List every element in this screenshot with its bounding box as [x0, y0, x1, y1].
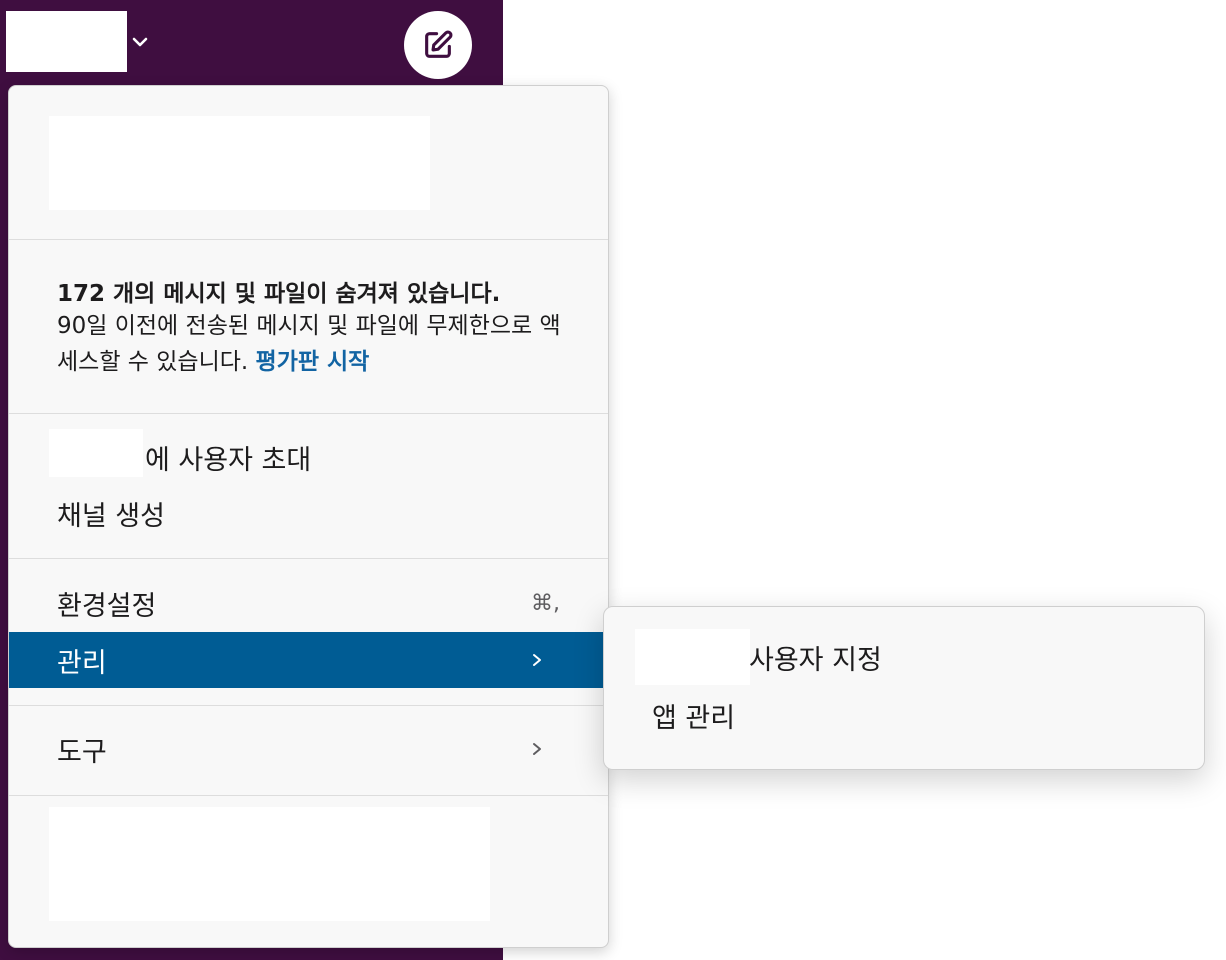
chevron-right-icon [533, 654, 541, 666]
workspace-name-redacted[interactable] [6, 11, 127, 72]
invite-users-label: 에 사용자 초대 [145, 444, 312, 476]
workspace-name-redacted [49, 429, 143, 477]
compose-button[interactable] [404, 11, 472, 79]
tools-label: 도구 [57, 736, 107, 768]
admin-submenu: 사용자 지정 앱 관리 [603, 606, 1205, 770]
workspace-info-redacted [49, 116, 430, 210]
preferences-label: 환경설정 [57, 590, 157, 622]
customize-workspace-item[interactable]: 사용자 지정 [604, 629, 1204, 685]
chevron-down-icon[interactable] [128, 30, 152, 54]
hidden-messages-body: 90일 이전에 전송된 메시지 및 파일에 무제한으로 액세스할 수 있습니다.… [57, 308, 577, 380]
compose-icon [425, 30, 453, 58]
preferences-shortcut: ⌘, [531, 590, 560, 616]
create-channel-item[interactable]: 채널 생성 [9, 485, 608, 541]
footer-redacted [49, 807, 490, 921]
workspace-menu: 172 개의 메시지 및 파일이 숨겨져 있습니다. 90일 이전에 전송된 메… [8, 85, 609, 948]
preferences-item[interactable]: 환경설정 ⌘, [9, 575, 608, 631]
start-trial-link[interactable]: 평가판 시작 [256, 349, 370, 375]
admin-label: 관리 [57, 647, 107, 679]
create-channel-label: 채널 생성 [57, 500, 165, 532]
admin-item[interactable]: 관리 [9, 632, 608, 688]
tools-item[interactable]: 도구 [9, 721, 608, 777]
customize-workspace-label: 사용자 지정 [749, 644, 882, 676]
hidden-messages-title: 172 개의 메시지 및 파일이 숨겨져 있습니다. [57, 281, 501, 307]
invite-users-item[interactable]: 에 사용자 초대 [9, 429, 608, 485]
divider [9, 558, 608, 559]
manage-apps-item[interactable]: 앱 관리 [604, 687, 1204, 743]
divider [9, 413, 608, 414]
divider [9, 239, 608, 240]
divider [9, 705, 608, 706]
manage-apps-label: 앱 관리 [652, 702, 736, 734]
workspace-name-redacted [635, 629, 750, 685]
divider [9, 795, 608, 796]
chevron-right-icon [533, 743, 541, 755]
